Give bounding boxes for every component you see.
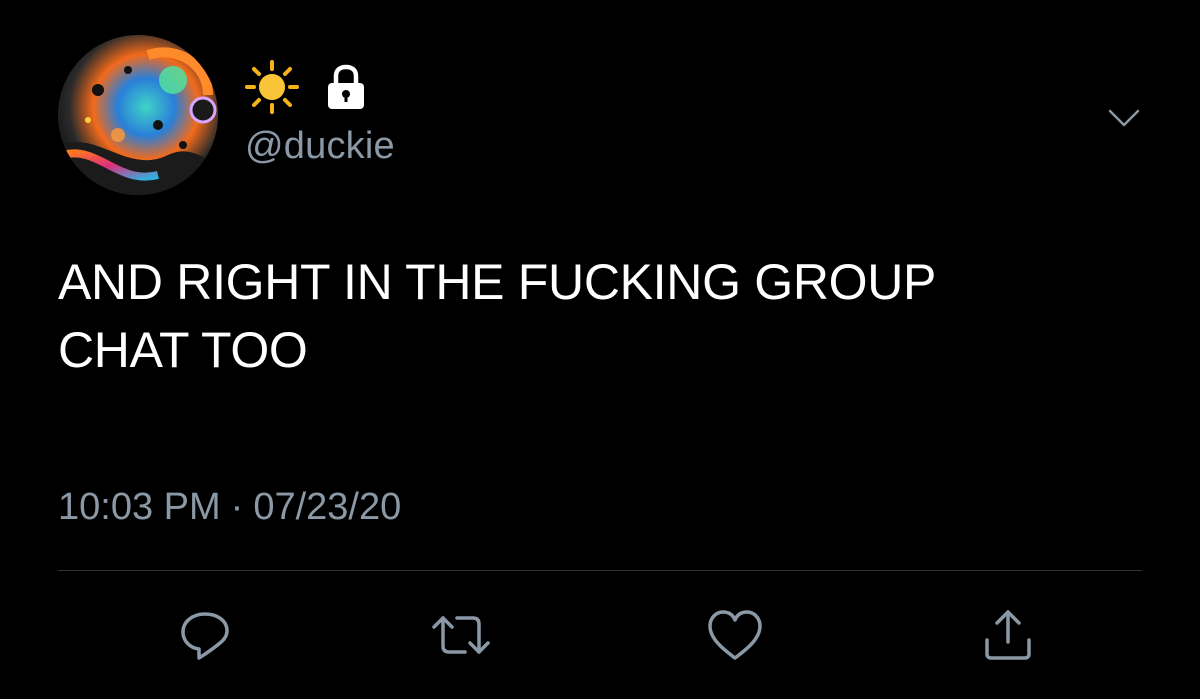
meta-separator: ·	[230, 486, 244, 528]
reply-button[interactable]	[170, 600, 240, 670]
tweet-text: AND RIGHT IN THE FUCKING GROUP CHAT TOO	[58, 254, 937, 378]
chevron-down-icon[interactable]	[1106, 100, 1142, 136]
tweet-time: 10:03 PM	[58, 486, 221, 528]
tweet-date: 07/23/20	[253, 486, 402, 528]
avatar[interactable]	[58, 35, 218, 195]
share-icon	[985, 610, 1031, 660]
share-button[interactable]	[973, 600, 1043, 670]
retweet-icon	[432, 616, 490, 654]
tweet: @duckie AND RIGHT IN THE FUCKING GROUP C…	[0, 0, 1200, 699]
divider	[58, 570, 1142, 571]
user-handle[interactable]: @duckie	[245, 122, 395, 170]
action-bar	[0, 600, 1200, 670]
tweet-timestamp[interactable]: 10:03 PM · 07/23/20	[58, 482, 401, 532]
lock-icon	[324, 63, 368, 111]
display-name	[244, 59, 368, 115]
like-button[interactable]	[700, 600, 770, 670]
reply-icon	[181, 612, 229, 660]
sun-icon	[244, 59, 300, 115]
like-icon	[708, 610, 762, 660]
retweet-button[interactable]	[426, 600, 496, 670]
avatar-image	[58, 35, 218, 195]
